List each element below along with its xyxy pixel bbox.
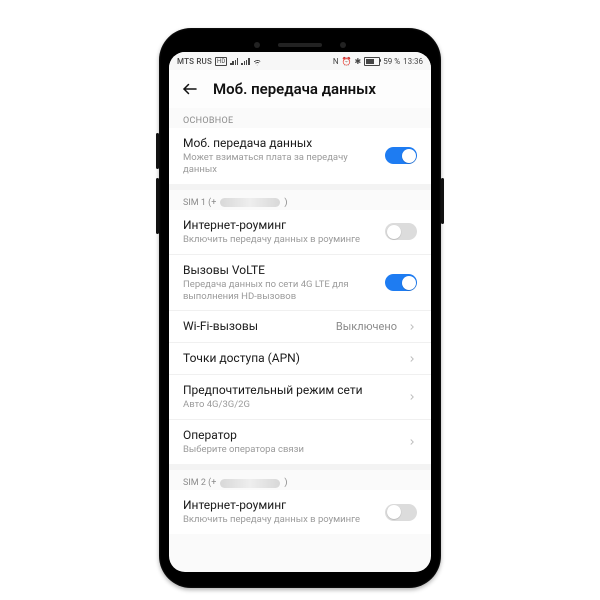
row-subtitle: Передача данных по сети 4G LTE для выпол… bbox=[183, 279, 375, 303]
row-roaming-sim2[interactable]: Интернет-роуминг Включить передачу данны… bbox=[169, 490, 431, 534]
battery-icon bbox=[364, 57, 380, 66]
row-subtitle: Может взиматься плата за передачу данных bbox=[183, 152, 375, 176]
row-title: Точки доступа (APN) bbox=[183, 351, 397, 366]
toggle-roaming-sim2[interactable] bbox=[385, 504, 417, 521]
page-title: Моб. передача данных bbox=[213, 80, 376, 98]
section-sim1-label: SIM 1 (+ ) bbox=[169, 190, 431, 210]
row-subtitle: Включить передачу данных в роуминге bbox=[183, 514, 375, 526]
row-apn[interactable]: Точки доступа (APN) bbox=[169, 342, 431, 374]
volume-button bbox=[156, 178, 159, 234]
sim2-prefix: SIM 2 (+ bbox=[183, 478, 216, 488]
row-volte[interactable]: Вызовы VoLTE Передача данных по сети 4G … bbox=[169, 254, 431, 311]
section-main-label: ОСНОВНОЕ bbox=[169, 108, 431, 128]
row-title: Оператор bbox=[183, 428, 397, 443]
row-value: Выключено bbox=[336, 320, 397, 333]
alarm-icon: ⏰ bbox=[342, 57, 352, 66]
toggle-roaming-sim1[interactable] bbox=[385, 223, 417, 240]
sim2-number-redacted bbox=[220, 479, 280, 488]
chevron-right-icon bbox=[407, 437, 417, 447]
row-title: Моб. передача данных bbox=[183, 136, 375, 151]
toggle-mobile-data[interactable] bbox=[385, 147, 417, 164]
sensor-bar bbox=[169, 38, 431, 52]
back-icon[interactable] bbox=[181, 80, 199, 98]
app-header: Моб. передача данных bbox=[169, 70, 431, 108]
sim1-prefix: SIM 1 (+ bbox=[183, 198, 216, 208]
hd-badge: HD bbox=[215, 57, 227, 66]
settings-content: ОСНОВНОЕ Моб. передача данных Может взим… bbox=[169, 108, 431, 572]
section-sim2-label: SIM 2 (+ ) bbox=[169, 470, 431, 490]
chevron-right-icon bbox=[407, 392, 417, 402]
row-roaming-sim1[interactable]: Интернет-роуминг Включить передачу данны… bbox=[169, 210, 431, 254]
row-operator[interactable]: Оператор Выберите оператора связи bbox=[169, 419, 431, 464]
row-subtitle: Авто 4G/3G/2G bbox=[183, 399, 397, 411]
toggle-volte[interactable] bbox=[385, 274, 417, 291]
signal-icon bbox=[241, 58, 249, 65]
status-bar: MTS RUS HD N ⏰ ✱ 59 % 13:36 bbox=[169, 52, 431, 70]
wifi-icon bbox=[253, 57, 262, 66]
row-title: Вызовы VoLTE bbox=[183, 263, 375, 278]
sim2-suffix: ) bbox=[284, 478, 287, 488]
row-title: Wi-Fi-вызовы bbox=[183, 319, 326, 334]
screen: MTS RUS HD N ⏰ ✱ 59 % 13:36 Моб. передач… bbox=[169, 52, 431, 572]
row-title: Предпочтительный режим сети bbox=[183, 383, 397, 398]
phone-frame: MTS RUS HD N ⏰ ✱ 59 % 13:36 Моб. передач… bbox=[159, 28, 441, 588]
carrier-label: MTS RUS bbox=[177, 57, 212, 66]
nfc-icon: N bbox=[333, 57, 339, 66]
bluetooth-icon: ✱ bbox=[355, 57, 362, 66]
sim1-number-redacted bbox=[220, 198, 280, 207]
clock: 13:36 bbox=[403, 57, 423, 66]
row-network-mode[interactable]: Предпочтительный режим сети Авто 4G/3G/2… bbox=[169, 374, 431, 419]
row-title: Интернет-роуминг bbox=[183, 498, 375, 513]
side-button bbox=[156, 133, 159, 169]
row-wifi-calling[interactable]: Wi-Fi-вызовы Выключено bbox=[169, 310, 431, 342]
row-subtitle: Выберите оператора связи bbox=[183, 444, 397, 456]
row-subtitle: Включить передачу данных в роуминге bbox=[183, 234, 375, 246]
battery-text: 59 % bbox=[383, 57, 400, 66]
chevron-right-icon bbox=[407, 354, 417, 364]
signal-icon bbox=[230, 58, 238, 65]
row-mobile-data[interactable]: Моб. передача данных Может взиматься пла… bbox=[169, 128, 431, 184]
power-button bbox=[441, 178, 444, 224]
chevron-right-icon bbox=[407, 322, 417, 332]
row-title: Интернет-роуминг bbox=[183, 218, 375, 233]
sim1-suffix: ) bbox=[284, 198, 287, 208]
